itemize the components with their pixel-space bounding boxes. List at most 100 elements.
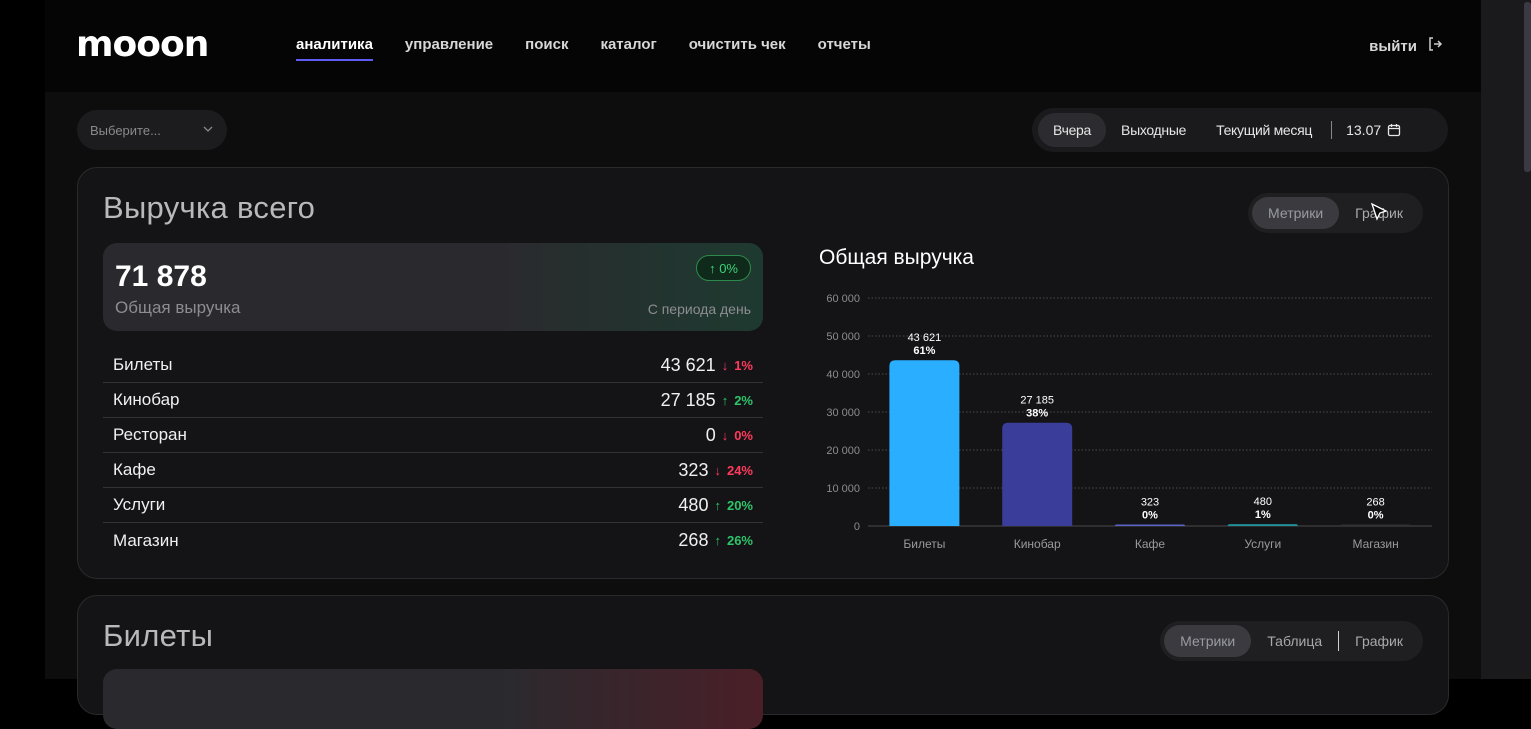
scrollbar-thumb[interactable] xyxy=(1524,2,1531,172)
row-values: 43 621 ↓ 1% xyxy=(661,355,753,376)
row-values: 480 ↑ 20% xyxy=(678,495,753,516)
row-value: 268 xyxy=(678,530,709,550)
x-tick-label: Кинобар xyxy=(1014,537,1061,551)
revenue-bar-chart: 0 10 000 20 000 30 000 40 000 50 000 60 000 43 … xyxy=(826,293,1432,551)
venue-select[interactable]: Выберите... xyxy=(77,110,227,150)
period-selector: Вчера Выходные Текущий месяц 13.07 xyxy=(1032,108,1448,152)
logout-label: выйти xyxy=(1369,37,1417,55)
tickets-card-title: Билеты xyxy=(103,618,214,653)
row-value: 0 xyxy=(705,424,716,445)
x-tick-label: Услуги xyxy=(1244,537,1281,551)
tickets-card: Билеты Метрики Таблица График xyxy=(77,595,1449,729)
row-value: 323 xyxy=(678,459,709,480)
row-change: 1% xyxy=(734,357,753,373)
row-values: 323 ↓ 24% xyxy=(678,460,753,481)
calendar-icon xyxy=(1388,124,1401,137)
bar xyxy=(1002,422,1073,526)
revenue-view-toggle: Метрики График xyxy=(1248,193,1423,233)
period-note: С периода день xyxy=(647,301,751,317)
trend-arrow-icon: ↓ xyxy=(721,427,729,443)
y-tick-label: 20 000 xyxy=(826,445,860,457)
bar-pct-label: 61% xyxy=(913,345,935,357)
nav-item-analytics[interactable]: аналитика xyxy=(296,36,373,62)
bar-pct-label: 0% xyxy=(1142,510,1158,522)
trend-arrow-icon: ↑ xyxy=(714,533,721,548)
row-value: 27 185 xyxy=(660,389,716,410)
row-values: 27 185 ↑ 2% xyxy=(661,390,753,411)
period-divider xyxy=(1331,121,1333,139)
bar xyxy=(1340,524,1411,526)
nav-item-catalog[interactable]: каталог xyxy=(600,36,656,62)
period-weekend[interactable]: Выходные xyxy=(1106,113,1201,147)
y-tick-label: 60 000 xyxy=(826,293,860,305)
top-navigation: mooon аналитика управление поиск каталог… xyxy=(45,0,1481,92)
toggle-chart[interactable]: График xyxy=(1339,625,1419,657)
date-value: 13.07 xyxy=(1346,122,1382,138)
row-name: Кафе xyxy=(113,460,156,479)
trend-arrow-icon: ↓ xyxy=(714,462,721,478)
y-tick-label: 0 xyxy=(854,521,860,533)
row-values: 0 ↓ 0% xyxy=(706,425,753,446)
bar-value-label: 480 xyxy=(1254,496,1272,508)
trend-arrow-icon: ↓ xyxy=(721,357,729,373)
bar-value-label: 323 xyxy=(1141,497,1159,509)
logout-icon xyxy=(1427,36,1443,56)
revenue-card: Выручка всего Метрики График 71 878 Обща… xyxy=(77,167,1449,579)
total-revenue-value: 71 878 xyxy=(115,260,207,293)
revenue-breakdown-list: Билеты 43 621 ↓ 1% Кинобар 27 185 ↑ 2% Ресторан 0… xyxy=(103,348,763,558)
row-name: Ресторан xyxy=(113,425,187,444)
breakdown-row: Кинобар 27 185 ↑ 2% xyxy=(103,383,763,418)
period-current-month[interactable]: Текущий месяц xyxy=(1201,113,1327,147)
bar-pct-label: 1% xyxy=(1255,509,1271,521)
date-picker[interactable]: 13.07 xyxy=(1336,122,1411,138)
y-tick-label: 30 000 xyxy=(826,407,860,419)
row-change: 2% xyxy=(734,392,753,408)
brand-logo[interactable]: mooon xyxy=(76,24,209,65)
row-change: 0% xyxy=(734,427,753,443)
trend-arrow-icon: ↑ xyxy=(714,497,721,513)
total-revenue-label: Общая выручка xyxy=(115,298,241,317)
bar-value-label: 268 xyxy=(1366,497,1384,509)
toggle-metrics[interactable]: Метрики xyxy=(1252,197,1340,229)
y-tick-label: 40 000 xyxy=(826,369,860,381)
change-badge: ↑ 0% xyxy=(696,255,751,281)
chevron-down-icon xyxy=(203,126,213,132)
mouse-cursor-icon xyxy=(1370,202,1388,221)
bar xyxy=(1227,524,1298,526)
row-change: 26% xyxy=(726,533,753,548)
bar-value-label: 27 185 xyxy=(1020,395,1054,407)
toggle-table[interactable]: Таблица xyxy=(1251,625,1338,657)
tickets-total-panel xyxy=(103,669,763,729)
nav-item-management[interactable]: управление xyxy=(405,36,493,62)
total-revenue-panel: 71 878 Общая выручка ↑ 0% С периода день xyxy=(103,243,763,331)
toggle-metrics[interactable]: Метрики xyxy=(1164,625,1252,657)
logout-button[interactable]: выйти xyxy=(1369,36,1443,56)
row-value: 43 621 xyxy=(660,354,716,375)
app-window: mooon аналитика управление поиск каталог… xyxy=(45,0,1481,729)
y-tick-label: 10 000 xyxy=(826,483,860,495)
row-change: 20% xyxy=(726,497,753,513)
breakdown-row: Ресторан 0 ↓ 0% xyxy=(103,418,763,453)
bar xyxy=(889,360,960,526)
nav-item-clear-receipt[interactable]: очистить чек xyxy=(689,36,786,62)
bar-value-label: 43 621 xyxy=(908,332,942,344)
revenue-card-title: Выручка всего xyxy=(103,190,316,225)
chart-title: Общая выручка xyxy=(819,246,974,269)
x-tick-label: Билеты xyxy=(903,537,945,551)
row-change: 24% xyxy=(726,462,753,478)
row-value: 480 xyxy=(678,494,709,515)
venue-select-placeholder: Выберите... xyxy=(90,122,161,138)
bar-pct-label: 38% xyxy=(1026,408,1048,420)
row-name: Кинобар xyxy=(113,390,180,409)
breakdown-row: Услуги 480 ↑ 20% xyxy=(103,488,763,523)
row-name: Магазин xyxy=(113,530,179,550)
breakdown-row: Магазин 268 ↑ 26% xyxy=(103,523,763,558)
row-name: Билеты xyxy=(113,355,173,374)
row-values: 268 ↑ 26% xyxy=(678,530,753,551)
breakdown-row: Кафе 323 ↓ 24% xyxy=(103,453,763,488)
y-tick-label: 50 000 xyxy=(826,331,860,343)
nav-item-reports[interactable]: отчеты xyxy=(818,36,871,62)
nav-item-search[interactable]: поиск xyxy=(525,36,568,62)
period-yesterday[interactable]: Вчера xyxy=(1038,113,1107,147)
row-name: Услуги xyxy=(113,495,166,514)
